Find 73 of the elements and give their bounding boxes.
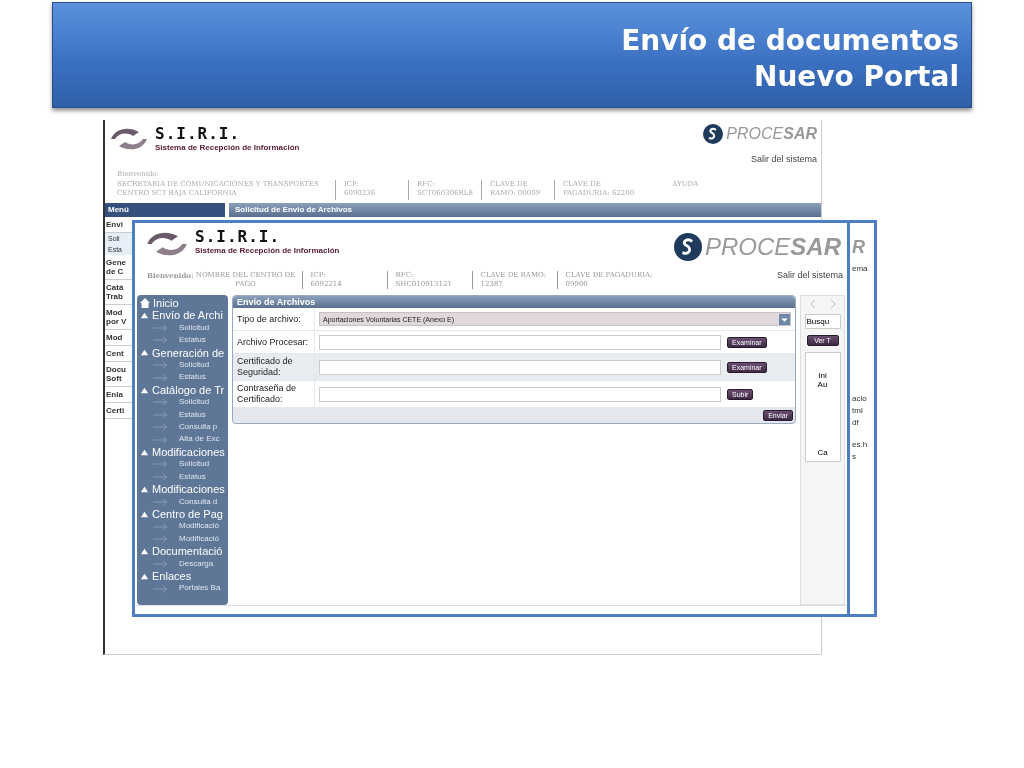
menu-header: Menú [105,203,225,217]
tree-item[interactable]: Solicitud [137,458,228,471]
tree-item[interactable]: Consulta d [137,495,228,508]
circle-logo-icon [673,233,702,261]
tree-item[interactable]: Inicio [137,297,228,310]
field-label: Tipo de archivo: [233,308,315,330]
logout-fragment: ema [852,264,869,273]
arrow-icon [153,336,169,345]
arrow-icon [153,373,169,382]
tree-item[interactable]: Centro de Pag [137,507,228,521]
logo-title: S.I.R.I. [195,227,282,246]
tree-item[interactable]: Consulta p [137,421,228,434]
arrow-icon [153,460,169,469]
tree-item[interactable]: Alta de Exc [137,433,228,446]
field-label: Contraseña de Certificado: [233,381,315,407]
tree-item[interactable]: Portales Ba [137,582,228,595]
logo-subtitle: Sistema de Recepción de Información [195,246,340,255]
arrow-icon [153,435,169,444]
arrow-icon [153,472,169,481]
logout-link[interactable]: Salir del sistema [776,271,843,280]
brand-name: PROCESAR [704,233,841,261]
home-icon [140,298,150,309]
tree-item[interactable]: Estatus [137,371,228,384]
tree-item[interactable]: Solicitud [137,359,228,372]
slide-title: Envío de documentos [620,23,959,59]
list-item: Au [817,380,828,389]
arrow-icon [153,423,169,432]
brand-name: PROCESAR [726,125,817,143]
arrow-icon [153,559,169,568]
tree-item[interactable]: Modificaciones [137,483,228,496]
tree-item[interactable]: Descarga [137,557,228,570]
text-fragment: tml [852,405,864,417]
slide-title: Nuevo Portal [752,59,959,95]
tree-item[interactable]: Modificació [137,520,228,533]
tree-item[interactable]: Solicitud [137,396,228,409]
input-field[interactable] [319,334,721,350]
tree-item[interactable]: Catálogo de Tr [137,383,228,397]
text-fragment: acio [852,393,868,405]
panel-title: Envío de Archivos [233,296,795,308]
list-item: Ini [818,371,827,380]
text-fragment: es.h [852,439,869,451]
list-item: Ca [817,448,828,457]
tree-item[interactable]: Documentació [137,545,228,558]
tree-item[interactable]: Estatus [137,470,228,484]
arrow-icon [153,410,169,419]
arrow-icon [153,324,169,332]
logo-title: S.I.R.I. [155,124,242,143]
logout-link[interactable]: Salir del sistema [750,154,817,164]
tree-item[interactable]: Solicitud [137,321,228,335]
tree-item[interactable]: Modificaciones [137,445,228,459]
text-fragment: df [852,417,860,429]
tree-item[interactable]: Generación de [137,346,228,360]
text-fragment: s [852,451,857,463]
arrow-icon [153,497,169,506]
field-label: Certificado de Seguridad: [233,354,315,380]
arrow-icon [153,522,169,531]
tree-item[interactable]: Estatus [137,408,228,422]
input-field[interactable] [319,386,721,402]
arrow-icon [153,361,169,370]
logo-subtitle: Sistema de Recepción de Información [155,143,300,152]
circle-logo-icon [703,124,724,144]
input-field[interactable] [319,359,721,375]
field-label: Archivo Procesar: [233,331,315,353]
tree-item[interactable]: Modificació [137,532,228,546]
tree-item[interactable]: Envío de Archi [137,309,228,322]
arrow-icon [153,398,169,407]
arrow-icon [153,584,169,593]
search-field[interactable]: Busqu [804,314,841,329]
tree-item[interactable]: Estatus [137,334,228,347]
tree-item[interactable]: Enlaces [137,569,228,583]
tab-header: Solicitud de Envio de Archivos [229,203,821,217]
arrow-icon [153,534,169,543]
brand-fragment: R [852,237,866,258]
